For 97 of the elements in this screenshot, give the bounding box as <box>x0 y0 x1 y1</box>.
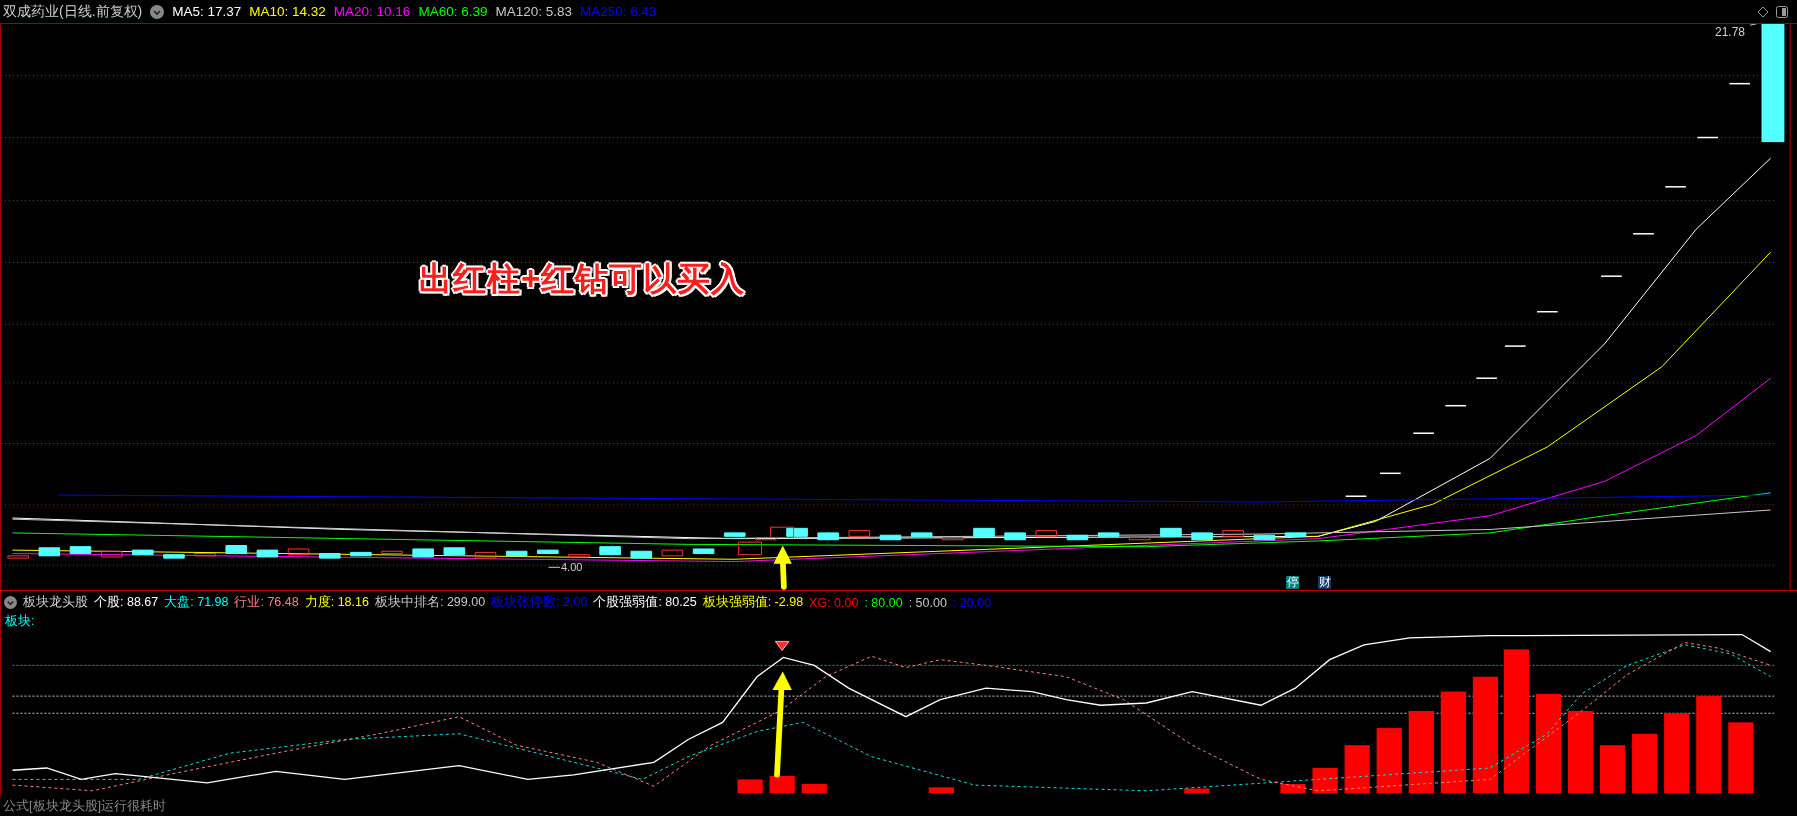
indicator-value: 板块中排名: 299.00 <box>374 594 486 611</box>
candlestick <box>692 548 715 555</box>
candlestick <box>1066 534 1089 541</box>
candlestick <box>1412 432 1435 434</box>
candlestick <box>163 554 185 559</box>
indicator-value: 板块强弱值: -2.98 <box>702 594 804 611</box>
candlestick <box>1379 472 1402 475</box>
candlestick <box>942 537 964 541</box>
event-marker[interactable]: 财 <box>1318 576 1331 589</box>
candlestick <box>1035 530 1058 537</box>
histogram-bar <box>1376 728 1402 794</box>
candlestick <box>194 553 216 557</box>
indicator-value: 板块张停数: 2.00 <box>491 594 588 611</box>
candlestick <box>225 545 248 555</box>
candlestick <box>910 532 933 537</box>
candlestick <box>1632 233 1655 235</box>
indicator-value: : 50.00 <box>908 595 947 610</box>
candlestick <box>318 553 341 559</box>
candlestick <box>474 551 497 559</box>
candlestick <box>1444 404 1467 407</box>
candlestick <box>630 550 653 559</box>
candlestick <box>723 532 746 537</box>
annotation-text: 出红柱+红钻可以买入 <box>419 259 746 299</box>
candlestick <box>443 547 466 556</box>
candlestick <box>287 548 310 556</box>
candlestick <box>69 546 92 555</box>
histogram-bar <box>1184 788 1210 794</box>
stock-title: 双成药业(日线.前复权) <box>3 2 143 21</box>
histogram-bar <box>1632 733 1658 794</box>
indicator-value: 个股强弱值: 80.25 <box>593 594 697 611</box>
indicator-value: 大盘: 71.98 <box>164 594 229 611</box>
candlestick <box>879 534 902 541</box>
candlestick <box>38 547 61 557</box>
indicator-value: : 20.00 <box>952 595 992 610</box>
candlestick <box>599 546 621 556</box>
indicator-value: 行业: 76.48 <box>234 594 299 611</box>
candlestick <box>1504 345 1527 347</box>
event-marker[interactable]: 停 <box>1286 576 1299 589</box>
candlestick <box>1004 532 1026 541</box>
candlestick <box>1222 530 1245 537</box>
histogram-bar <box>928 787 954 794</box>
candlestick <box>568 554 590 558</box>
histogram-bar <box>1280 783 1306 794</box>
candlestick <box>1728 82 1751 85</box>
candlestick <box>661 549 684 557</box>
status-text: 公式[板块龙头股]运行很耗时 <box>2 797 168 815</box>
leader-line <box>548 566 561 568</box>
candlestick <box>132 549 154 556</box>
candlestick <box>381 550 403 555</box>
moving-average-value: MA20: 10.16 <box>333 4 411 19</box>
candlestick <box>973 527 995 537</box>
candlestick <box>7 555 29 559</box>
indicator-value: 个股: 88.67 <box>94 594 159 611</box>
candlestick <box>412 548 434 558</box>
moving-average-value: MA250: 6.43 <box>580 4 657 19</box>
moving-average-value: MA10: 14.32 <box>249 4 326 19</box>
indicator-value: : 80.00 <box>864 595 903 610</box>
indicator-name: 板块龙头股 <box>23 594 88 611</box>
histogram-bar <box>1344 745 1370 794</box>
candlestick <box>1097 532 1120 537</box>
moving-average-value: MA120: 5.83 <box>495 4 572 19</box>
indicator-sub-label: 板块: <box>5 613 35 630</box>
panel-toggle-icon[interactable] <box>1776 6 1788 18</box>
chevron-down-icon[interactable] <box>150 4 165 19</box>
candlestick <box>1284 532 1307 537</box>
candlestick <box>817 532 839 541</box>
candlestick <box>505 550 528 557</box>
candlestick <box>1128 537 1151 541</box>
arrow <box>773 545 792 590</box>
moving-average-value: MA5: 17.37 <box>172 4 242 19</box>
price-high-label: 21.78 <box>1715 25 1746 39</box>
candlestick <box>1344 495 1368 497</box>
chevron-down-icon[interactable] <box>4 596 17 609</box>
histogram-bar <box>737 779 763 794</box>
candlestick <box>1475 377 1498 379</box>
histogram-bar <box>801 783 827 794</box>
candlestick <box>1536 310 1559 313</box>
candlestick <box>537 549 559 555</box>
candlestick <box>1253 534 1276 541</box>
histogram-bar <box>1728 722 1754 794</box>
indicator-value: XG: 0.00 <box>809 595 859 610</box>
histogram-bar <box>1312 768 1338 794</box>
candlestick <box>1696 136 1719 139</box>
moving-average-value: MA60: 6.39 <box>418 4 488 19</box>
candlestick <box>848 530 871 537</box>
candlestick <box>786 527 808 537</box>
price-low-label: 4.00 <box>561 561 583 573</box>
histogram-bar <box>1600 745 1626 794</box>
candlestick <box>1600 275 1623 277</box>
candlestick <box>1191 532 1213 541</box>
candlestick <box>100 550 123 558</box>
candlestick <box>256 549 279 558</box>
histogram-bar <box>769 775 795 794</box>
candlestick <box>350 551 372 557</box>
indicator-value: 力度: 18.16 <box>304 594 369 611</box>
candlestick <box>1160 527 1182 537</box>
candlestick <box>1664 186 1687 188</box>
